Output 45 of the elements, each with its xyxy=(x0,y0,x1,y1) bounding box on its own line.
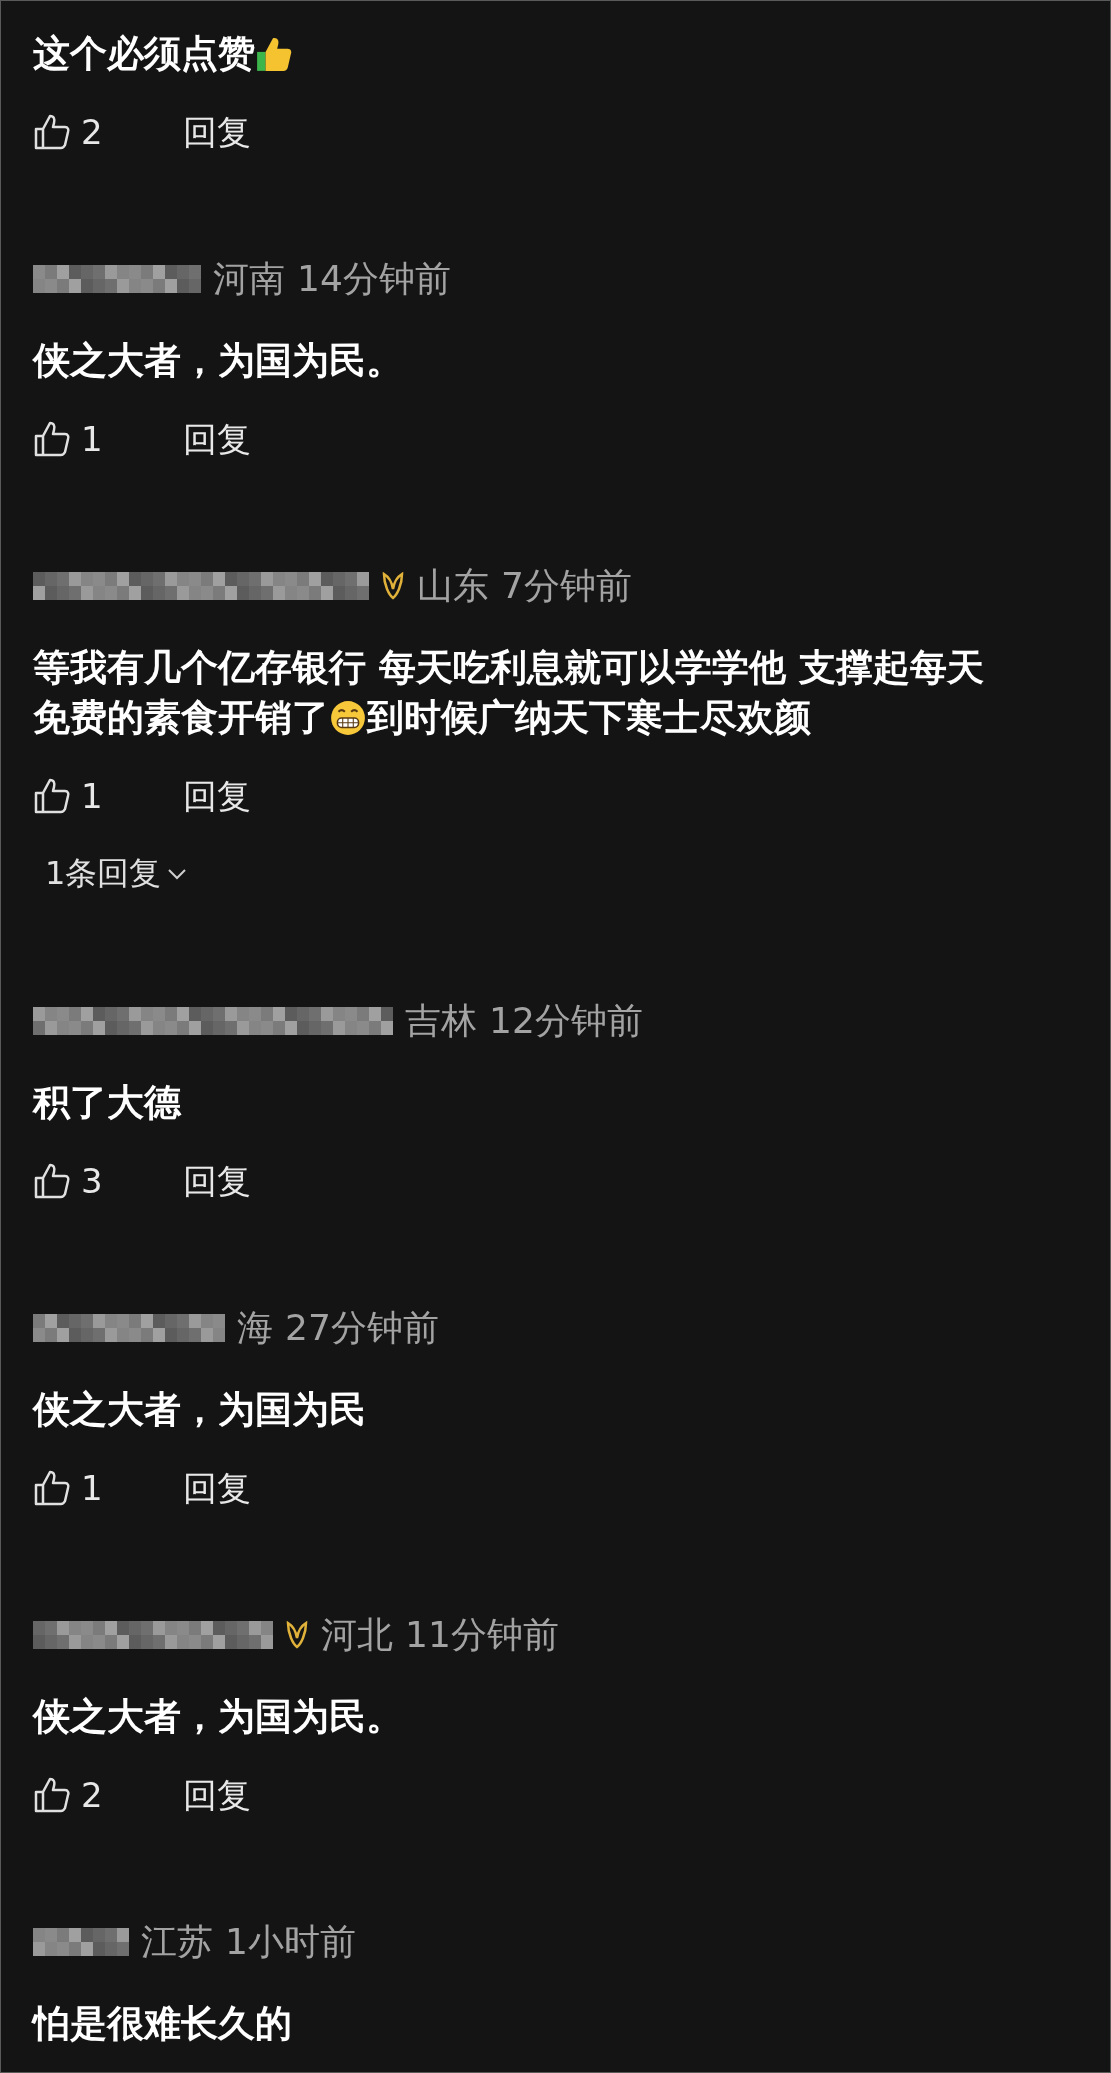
thumbs-up-emoji-icon xyxy=(255,35,293,73)
chevron-down-icon xyxy=(167,867,188,881)
like-button[interactable]: 1 xyxy=(33,419,183,459)
thumbs-up-icon xyxy=(33,777,71,815)
comment-text: 免费的素食开销了 xyxy=(33,695,329,741)
comment-text: 怕是很难长久的 xyxy=(33,2001,292,2047)
badge-icon xyxy=(381,571,405,601)
location-label: 河北 xyxy=(321,1613,393,1657)
badge-icon xyxy=(285,1620,309,1650)
reply-button[interactable]: 回复 xyxy=(183,414,251,464)
grinning-face-icon xyxy=(329,699,367,737)
reply-button[interactable]: 回复 xyxy=(183,1770,251,1820)
timestamp: 14分钟前 xyxy=(297,257,451,301)
timestamp: 27分钟前 xyxy=(285,1306,439,1350)
thumbs-up-icon xyxy=(33,1776,71,1814)
thumbs-up-icon xyxy=(33,113,71,151)
comment-text: 到时候广纳天下寒士尽欢颜 xyxy=(367,695,811,741)
comment-text: 侠之大者，为国为民。 xyxy=(33,338,403,384)
comment-text: 侠之大者，为国为民。 xyxy=(33,1694,403,1740)
like-button[interactable]: 2 xyxy=(33,1775,183,1815)
timestamp: 12分钟前 xyxy=(489,999,643,1043)
timestamp: 11分钟前 xyxy=(405,1613,559,1657)
like-button[interactable]: 1 xyxy=(33,776,183,816)
thumbs-up-icon xyxy=(33,420,71,458)
comment-text: 等我有几个亿存银行 每天吃利息就可以学学他 支撑起每天 xyxy=(33,645,984,691)
timestamp: 1小时前 xyxy=(225,1920,356,1964)
comment-text: 积了大德 xyxy=(33,1080,181,1126)
view-replies-link[interactable]: 1条回复 xyxy=(33,849,188,899)
reply-button[interactable]: 回复 xyxy=(183,771,251,821)
like-button[interactable]: 1 xyxy=(33,1468,183,1508)
location-label: 江苏 xyxy=(141,1920,213,1964)
like-button[interactable]: 2 xyxy=(33,112,183,152)
location-label: 河南 xyxy=(213,257,285,301)
reply-button[interactable]: 回复 xyxy=(183,107,251,157)
location-label: 吉林 xyxy=(405,999,477,1043)
reply-button[interactable]: 回复 xyxy=(183,1463,251,1513)
thumbs-up-icon xyxy=(33,1469,71,1507)
location-label: 海 xyxy=(237,1306,273,1350)
reply-button[interactable]: 回复 xyxy=(183,1156,251,1206)
comment-text: 侠之大者，为国为民 xyxy=(33,1387,366,1433)
timestamp: 7分钟前 xyxy=(501,564,632,608)
thumbs-up-icon xyxy=(33,1162,71,1200)
comment-text: 这个必须点赞 xyxy=(33,31,255,77)
like-button[interactable]: 3 xyxy=(33,1161,183,1201)
location-label: 山东 xyxy=(417,564,489,608)
